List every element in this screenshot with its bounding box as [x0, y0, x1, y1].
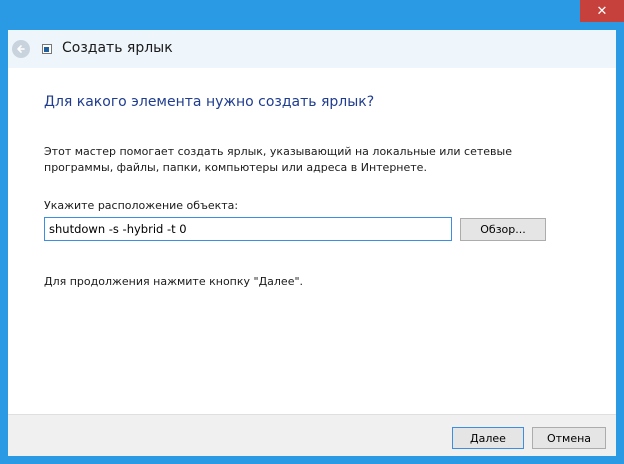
- back-arrow-icon: [17, 45, 25, 53]
- create-shortcut-window: ✕ Создать ярлык Для какого элемента нужн…: [0, 0, 624, 464]
- page-heading: Для какого элемента нужно создать ярлык?: [44, 94, 375, 110]
- browse-button[interactable]: Обзор...: [460, 218, 546, 241]
- location-label: Укажите расположение объекта:: [44, 199, 239, 212]
- shortcut-icon: [42, 44, 52, 54]
- wizard-header: Создать ярлык: [8, 30, 616, 68]
- continue-hint: Для продолжения нажмите кнопку "Далее".: [44, 275, 304, 288]
- next-button[interactable]: Далее: [452, 427, 524, 449]
- back-button[interactable]: [12, 40, 30, 58]
- wizard-content: Для какого элемента нужно создать ярлык?…: [8, 68, 616, 414]
- description-text: Этот мастер помогает создать ярлык, указ…: [44, 145, 512, 174]
- close-icon: ✕: [596, 3, 608, 19]
- cancel-button[interactable]: Отмена: [532, 427, 606, 449]
- close-button[interactable]: ✕: [580, 0, 624, 22]
- window-title: Создать ярлык: [62, 40, 173, 56]
- location-input[interactable]: [44, 217, 452, 241]
- wizard-footer: Далее Отмена: [8, 414, 616, 456]
